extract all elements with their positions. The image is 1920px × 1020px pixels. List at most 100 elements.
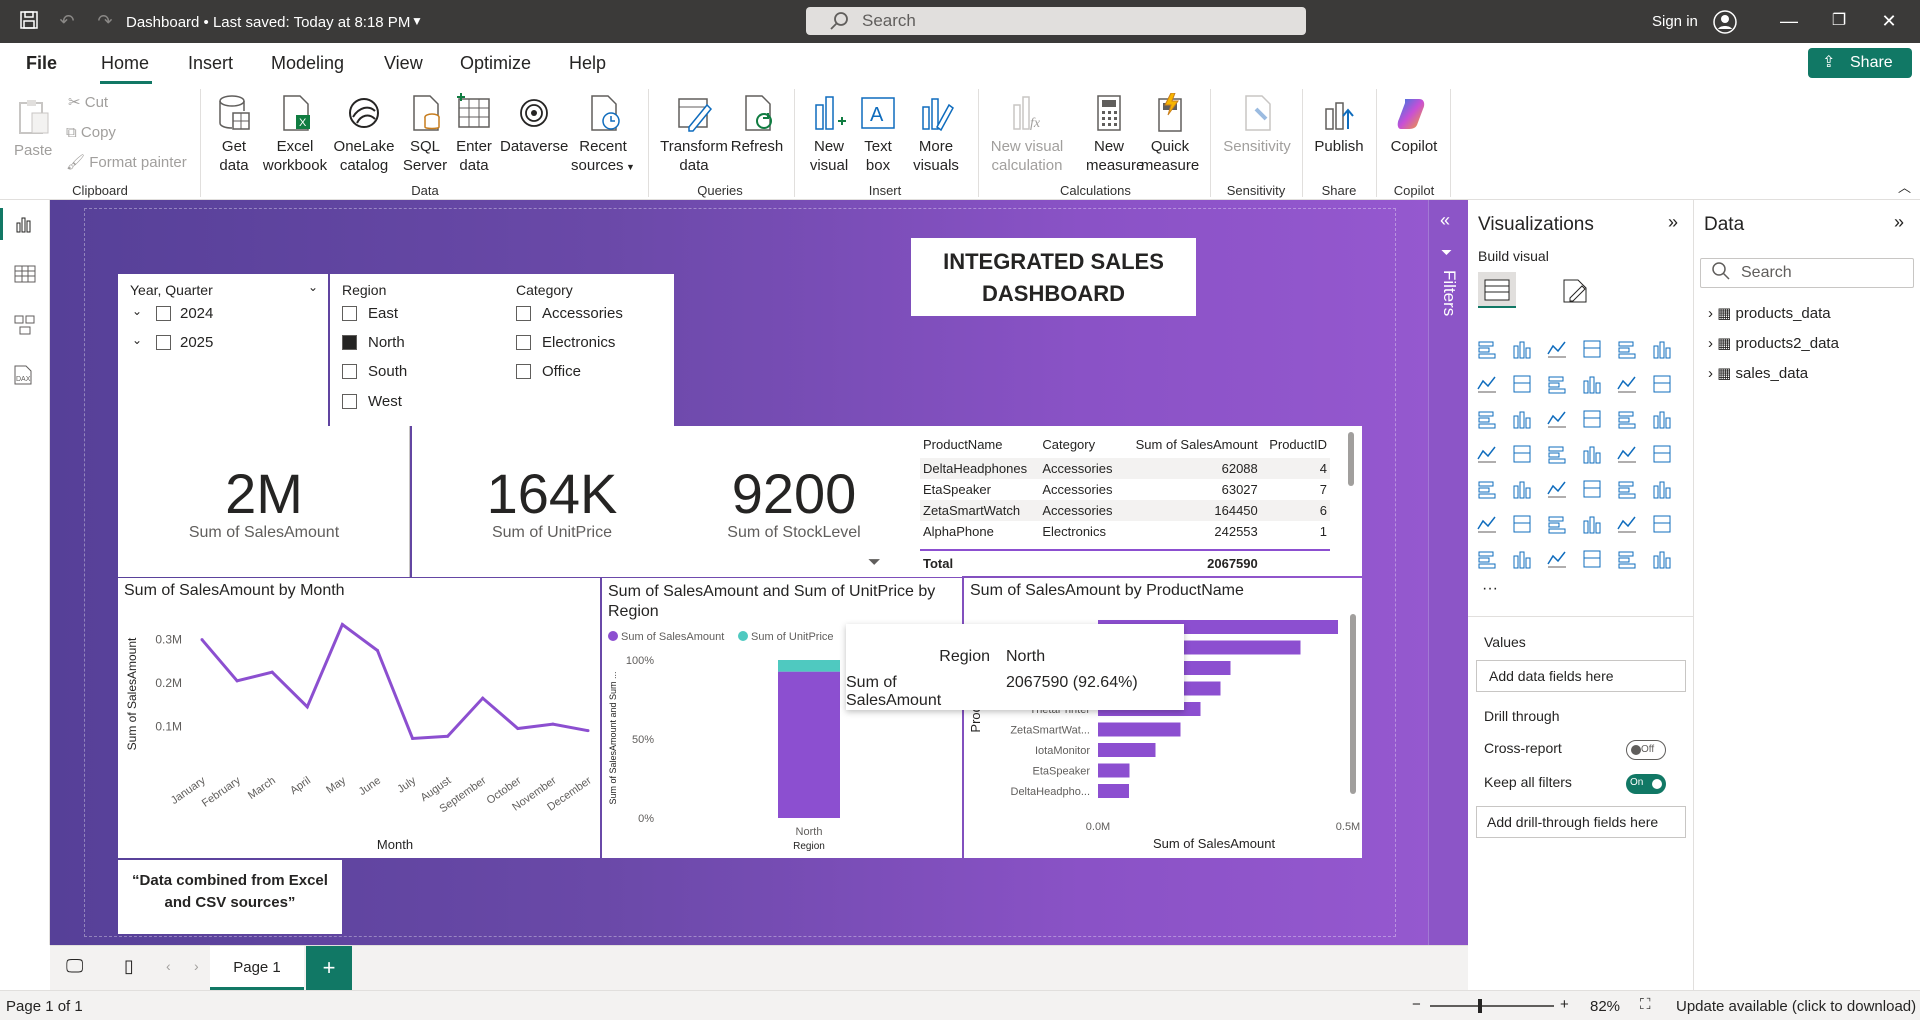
table-view-icon[interactable] bbox=[14, 264, 36, 287]
enter-data-button[interactable]: Enter data bbox=[452, 93, 496, 175]
menu-view[interactable]: View bbox=[384, 53, 423, 74]
expand-icon[interactable]: ⌄ bbox=[132, 333, 142, 347]
note-card[interactable]: “Data combined from Excel and CSV source… bbox=[118, 860, 342, 934]
r-visual-icon[interactable] bbox=[1651, 478, 1673, 500]
zoom-in-icon[interactable]: + bbox=[1560, 996, 1569, 1013]
goals-icon[interactable] bbox=[1651, 513, 1673, 535]
checkbox-electronics[interactable] bbox=[516, 335, 531, 350]
table-header[interactable]: Sum of SalesAmount bbox=[1122, 430, 1261, 458]
line-clustered-icon[interactable] bbox=[1651, 373, 1673, 395]
fit-to-page-icon[interactable]: ⛶ bbox=[1640, 996, 1651, 1013]
format-visual-tab[interactable] bbox=[1560, 276, 1590, 306]
multirow-card-icon[interactable] bbox=[1476, 478, 1498, 500]
checkbox-east[interactable] bbox=[342, 306, 357, 321]
line-chart-visual[interactable]: Sum of SalesAmount by Month 0.1M 0.2M 0.3M… bbox=[118, 578, 600, 858]
waterfall-icon[interactable] bbox=[1511, 408, 1533, 430]
excel-workbook-button[interactable]: X Excel workbook bbox=[262, 93, 328, 175]
collapse-pane-icon[interactable]: » bbox=[1894, 212, 1904, 233]
kpi-card-stocklevel[interactable]: 9200 Sum of StockLevel bbox=[694, 464, 894, 542]
stacked-bar-visual[interactable]: Sum of SalesAmount and Sum of UnitPrice … bbox=[602, 578, 962, 858]
dataverse-button[interactable]: Dataverse bbox=[500, 93, 568, 156]
menu-help[interactable]: Help bbox=[569, 53, 606, 74]
text-box-button[interactable]: A Text box bbox=[856, 93, 900, 175]
onelake-catalog-button[interactable]: OneLake catalog bbox=[332, 93, 396, 175]
zoom-slider-thumb[interactable] bbox=[1478, 999, 1482, 1013]
checkbox-south[interactable] bbox=[342, 364, 357, 379]
menu-file[interactable]: File bbox=[26, 53, 57, 74]
sign-in-link[interactable]: Sign in bbox=[1652, 13, 1698, 30]
new-visual-button[interactable]: New visual bbox=[804, 93, 854, 175]
account-icon[interactable] bbox=[1713, 10, 1737, 34]
paste-button[interactable]: Paste bbox=[14, 97, 52, 160]
refresh-button[interactable]: Refresh bbox=[730, 93, 784, 156]
decomposition-tree-icon[interactable] bbox=[1546, 513, 1568, 535]
data-table-item[interactable]: › ▦ sales_data bbox=[1708, 364, 1808, 382]
add-page-button[interactable]: + bbox=[306, 946, 352, 990]
filters-pane[interactable]: « ⏷ Filters bbox=[1428, 200, 1468, 945]
undo-icon[interactable]: ↶ bbox=[56, 10, 78, 32]
share-button[interactable]: ⇪ Share ▼ bbox=[1808, 48, 1912, 100]
transform-data-button[interactable]: Transform data bbox=[658, 93, 730, 175]
checkbox-accessories[interactable] bbox=[516, 306, 531, 321]
100-area-icon[interactable] bbox=[1581, 373, 1603, 395]
prev-page-icon[interactable]: ‹ bbox=[166, 958, 171, 974]
table-row[interactable]: EtaSpeaker Accessories 63027 7 bbox=[920, 479, 1330, 500]
table-scrollbar[interactable] bbox=[1348, 432, 1354, 486]
more-visuals-button[interactable]: More visuals bbox=[904, 93, 968, 175]
model-view-icon[interactable] bbox=[14, 314, 36, 339]
redo-icon[interactable]: ↷ bbox=[94, 10, 116, 32]
dax-query-view-icon[interactable]: DAX bbox=[12, 364, 34, 388]
table-row[interactable]: DeltaHeadphones Accessories 62088 4 bbox=[920, 458, 1330, 479]
cut-button[interactable]: ✂ Cut bbox=[68, 93, 108, 112]
copy-button[interactable]: ⧉ Copy bbox=[66, 123, 116, 142]
gauge-icon[interactable] bbox=[1616, 443, 1638, 465]
stacked-bar-icon[interactable] bbox=[1476, 338, 1498, 360]
donut-icon[interactable] bbox=[1651, 408, 1673, 430]
dashboard-title-card[interactable]: INTEGRATED SALES DASHBOARD bbox=[911, 238, 1196, 316]
area-icon[interactable] bbox=[1511, 373, 1533, 395]
collapse-pane-icon[interactable]: » bbox=[1668, 212, 1678, 233]
kpi-card-unitprice[interactable]: 164K Sum of UnitPrice bbox=[452, 464, 652, 542]
pie-icon[interactable] bbox=[1616, 408, 1638, 430]
expand-filters-icon[interactable]: « bbox=[1440, 210, 1450, 231]
slicer-icon[interactable] bbox=[1546, 478, 1568, 500]
menu-optimize[interactable]: Optimize bbox=[460, 53, 531, 74]
table-header[interactable]: Category bbox=[1039, 430, 1121, 458]
page-tab[interactable]: Page 1 bbox=[210, 946, 304, 990]
kpi-icon[interactable] bbox=[1511, 478, 1533, 500]
category-slicer[interactable]: Category Accessories Electronics Office bbox=[506, 274, 674, 426]
checkbox-north[interactable] bbox=[342, 335, 357, 350]
qa-icon[interactable] bbox=[1581, 513, 1603, 535]
year-quarter-slicer[interactable]: Year, Quarter ⌄ ⌄ 2024 ⌄ 2025 bbox=[118, 274, 328, 426]
product-bar-visual[interactable]: Sum of SalesAmount by ProductName ThetaP… bbox=[964, 578, 1362, 858]
key-influencers-icon[interactable] bbox=[1511, 513, 1533, 535]
mobile-layout-icon[interactable]: ▯ bbox=[124, 956, 134, 977]
kpi-card-sales[interactable]: 2M Sum of SalesAmount bbox=[118, 426, 410, 577]
chevron-down-icon[interactable]: ▼ bbox=[406, 10, 428, 32]
recent-sources-button[interactable]: Recent sources ▼ bbox=[570, 93, 636, 177]
treemap-icon[interactable] bbox=[1476, 443, 1498, 465]
zoom-slider[interactable] bbox=[1430, 999, 1554, 1013]
table-row[interactable]: ZetaSmartWatch Accessories 164450 6 bbox=[920, 500, 1330, 521]
sensitivity-button[interactable]: Sensitivity bbox=[1222, 93, 1292, 156]
close-icon[interactable]: ✕ bbox=[1878, 10, 1900, 32]
line-icon[interactable] bbox=[1476, 373, 1498, 395]
data-search-input[interactable]: Search bbox=[1700, 258, 1914, 288]
build-visual-tab[interactable] bbox=[1478, 272, 1516, 308]
menu-insert[interactable]: Insert bbox=[188, 53, 233, 74]
more-options-icon[interactable]: ··· bbox=[1482, 580, 1498, 598]
checkbox-2024[interactable] bbox=[156, 306, 171, 321]
line-column-icon[interactable] bbox=[1616, 373, 1638, 395]
save-icon[interactable] bbox=[18, 10, 40, 32]
azure-map-icon[interactable] bbox=[1581, 443, 1603, 465]
format-painter-button[interactable]: 🖌 Format painter bbox=[66, 153, 187, 172]
quick-measure-button[interactable]: Quick measure bbox=[1138, 93, 1202, 175]
power-automate-icon[interactable] bbox=[1616, 548, 1638, 570]
more-icon[interactable] bbox=[1651, 548, 1673, 570]
checkbox-west[interactable] bbox=[342, 394, 357, 409]
collapse-ribbon-icon[interactable]: ︿ bbox=[1898, 177, 1911, 196]
chart-scrollbar[interactable] bbox=[1350, 614, 1356, 794]
checkbox-2025[interactable] bbox=[156, 335, 171, 350]
update-notice[interactable]: Update available (click to download) bbox=[1676, 998, 1916, 1015]
funnel-icon[interactable] bbox=[1546, 408, 1568, 430]
